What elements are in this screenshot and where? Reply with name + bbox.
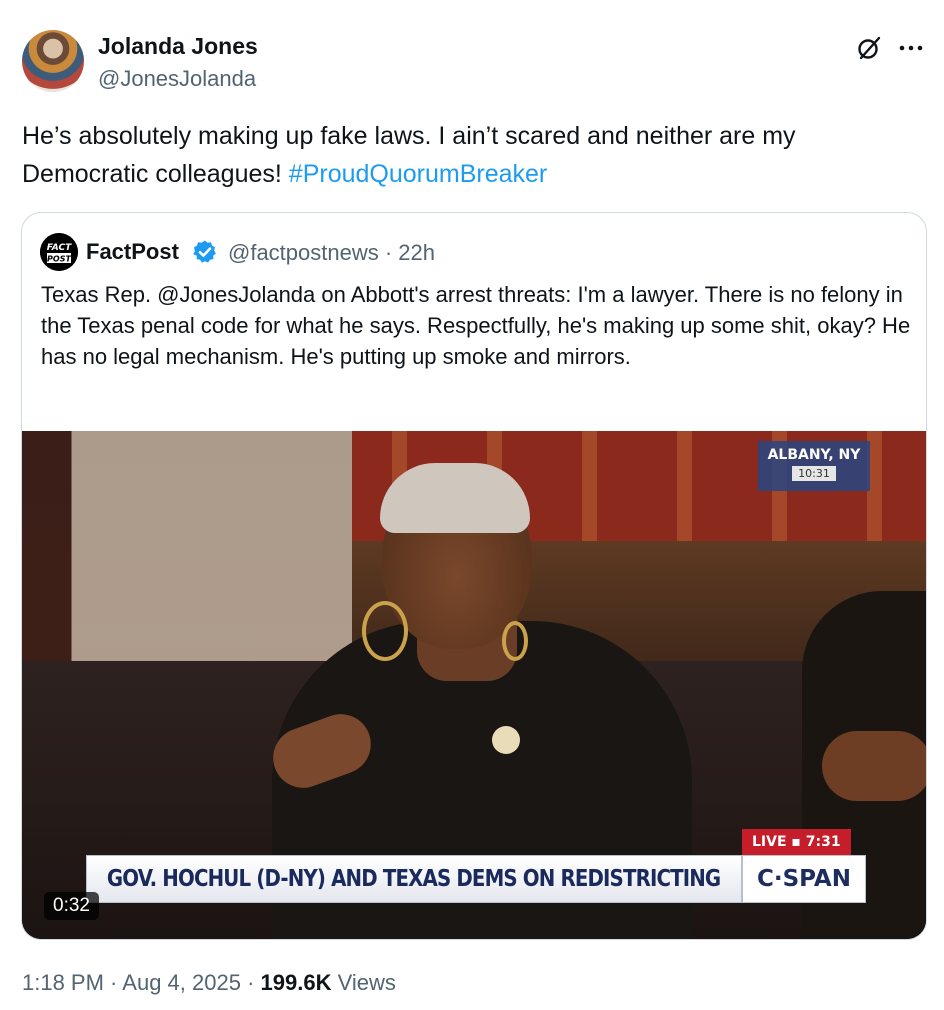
meta-separator: ·: [240, 970, 261, 995]
views-label: Views: [337, 970, 396, 995]
factpost-logo: FACT POST: [40, 233, 78, 271]
svg-text:POST: POST: [47, 255, 71, 264]
network-logo: C·SPAN: [742, 855, 866, 903]
video-person-right-arm: [822, 731, 926, 801]
tweet-text: He’s absolutely making up fake laws. I a…: [22, 117, 922, 193]
video-duration: 0:32: [44, 892, 99, 920]
meta-separator: ·: [103, 970, 123, 995]
video-pin: [492, 726, 520, 754]
author-handle[interactable]: @JonesJolanda: [98, 66, 256, 92]
quoted-tweet-card[interactable]: FACT POST FactPost @factpostnews · 22h T…: [21, 212, 927, 940]
svg-text:FACT: FACT: [47, 243, 72, 253]
live-tag: LIVE ▪ 7:31: [742, 829, 851, 855]
video-earring-right: [502, 621, 528, 661]
tweet-time[interactable]: 1:18 PM: [22, 970, 104, 995]
views-count[interactable]: 199.6K: [261, 970, 332, 995]
tweet-meta: 1:18 PM · Aug 4, 2025 · 199.6K Views: [22, 970, 396, 996]
grok-icon[interactable]: [855, 34, 883, 62]
tweet-date[interactable]: Aug 4, 2025: [122, 970, 241, 995]
author-name[interactable]: Jolanda Jones: [98, 33, 258, 60]
hashtag-link[interactable]: #ProudQuorumBreaker: [289, 160, 547, 188]
video-background: [22, 431, 352, 661]
quoted-text: Texas Rep. @JonesJolanda on Abbott's arr…: [41, 282, 911, 369]
video-speaker-hair: [380, 463, 530, 533]
location-city: ALBANY, NY: [767, 447, 861, 463]
location-tag: ALBANY, NY 10:31: [758, 441, 870, 491]
quoted-author-name[interactable]: FactPost: [86, 239, 179, 265]
chyron: GOV. HOCHUL (D-NY) AND TEXAS DEMS ON RED…: [86, 855, 742, 903]
quoted-handle-time: @factpostnews · 22h: [228, 240, 435, 265]
chyron-text: GOV. HOCHUL (D-NY) AND TEXAS DEMS ON RED…: [107, 866, 721, 892]
video-earring-left: [362, 601, 408, 661]
verified-icon: [193, 240, 216, 263]
location-time: 10:31: [792, 466, 836, 481]
author-avatar[interactable]: [22, 30, 84, 92]
video-player[interactable]: ALBANY, NY 10:31 LIVE ▪ 7:31 GOV. HOCHUL…: [22, 431, 926, 939]
more-icon[interactable]: [896, 34, 926, 62]
